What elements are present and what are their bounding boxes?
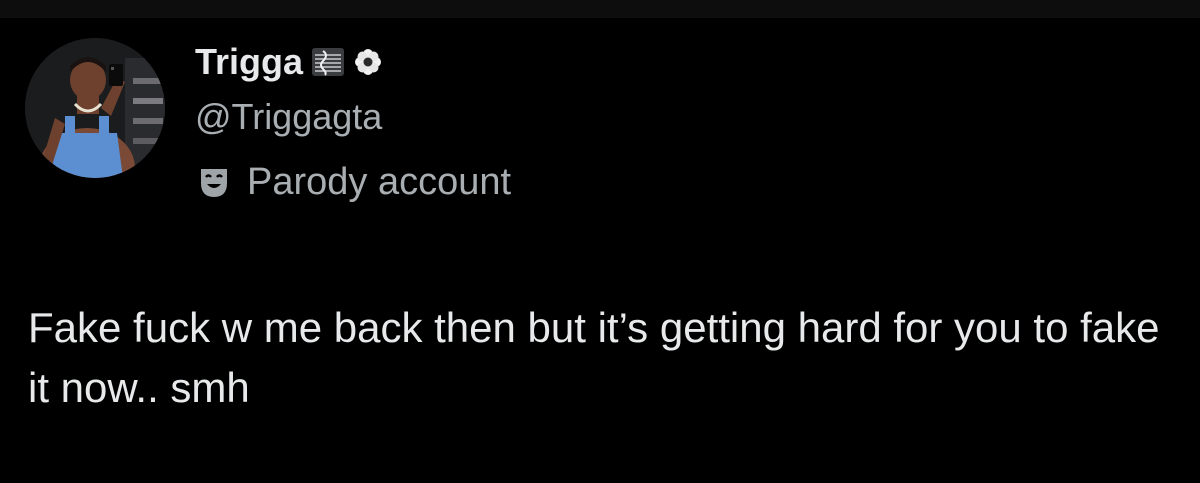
tweet[interactable]: Trigga @Triggagta Parody account Fake fu… (0, 18, 1200, 483)
tweet-text: Fake fuck w me back then but it’s gettin… (28, 304, 1160, 411)
avatar[interactable] (25, 38, 165, 178)
display-name-row[interactable]: Trigga (195, 40, 383, 84)
handle[interactable]: @Triggagta (195, 96, 382, 138)
parody-label: Parody account (195, 160, 511, 204)
avatar-image (25, 38, 165, 178)
top-strip (0, 0, 1200, 18)
parody-mask-icon (195, 163, 233, 201)
parody-label-text: Parody account (247, 160, 512, 203)
display-name[interactable]: Trigga (195, 41, 303, 83)
flower-emoji-icon (353, 47, 383, 77)
sheet-music-emoji-icon (311, 47, 345, 77)
